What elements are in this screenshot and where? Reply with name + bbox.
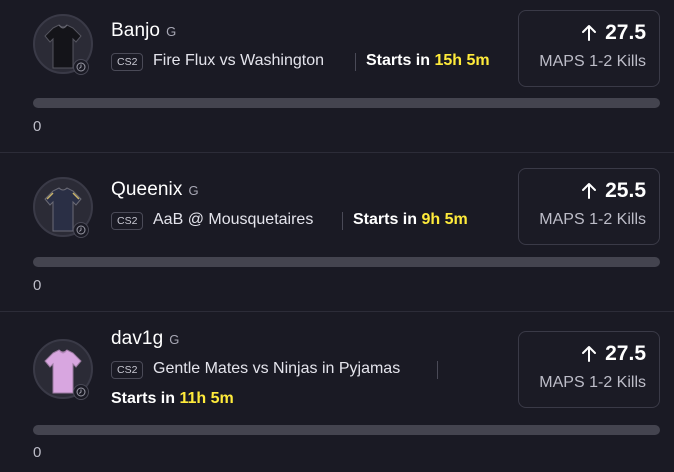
player-position: G <box>166 24 177 39</box>
player-name[interactable]: Queenix G <box>111 179 199 201</box>
progress-count: 0 <box>33 444 42 461</box>
divider <box>342 212 343 230</box>
match-name: AaB @ Mousquetaires <box>153 211 314 228</box>
progress-bar <box>33 98 660 108</box>
divider <box>437 361 438 379</box>
line-value: 25.5 <box>605 179 646 202</box>
match-name: Gentle Mates vs Ninjas in Pyjamas <box>153 360 401 377</box>
arrow-up-icon <box>582 346 597 362</box>
pick-button[interactable]: 27.5 MAPS 1-2 Kills <box>518 331 660 408</box>
start-time-value: 9h 5m <box>421 211 468 228</box>
game-badge: CS2 <box>111 53 144 71</box>
start-time: Starts in 15h 5m <box>366 52 490 70</box>
start-time-value: 15h 5m <box>434 52 490 69</box>
start-time-prefix: Starts in <box>353 211 418 228</box>
divider <box>355 53 356 71</box>
game-badge: CS2 <box>111 361 144 379</box>
projection-card-queenix[interactable]: Queenix G CS2 AaB @ Mousquetaires Starts … <box>0 153 674 311</box>
line-value: 27.5 <box>605 342 646 365</box>
start-time-prefix: Starts in <box>111 390 176 407</box>
clock-icon <box>73 222 89 238</box>
start-time-value: 11h 5m <box>179 390 234 407</box>
progress-count: 0 <box>33 118 42 135</box>
progress-count: 0 <box>33 277 42 294</box>
start-time-prefix: Starts in <box>366 52 431 69</box>
game-badge: CS2 <box>111 212 144 230</box>
pick-button[interactable]: 27.5 MAPS 1-2 Kills <box>518 10 660 87</box>
projection-card-banjo[interactable]: Banjo G CS2 Fire Flux vs Washington Start… <box>0 0 674 152</box>
stat-type: MAPS 1-2 Kills <box>539 211 646 228</box>
player-name[interactable]: dav1g G <box>111 328 180 350</box>
stat-type: MAPS 1-2 Kills <box>539 53 646 70</box>
arrow-up-icon <box>582 183 597 199</box>
player-position: G <box>169 332 180 347</box>
arrow-up-icon <box>582 25 597 41</box>
player-name-text: dav1g <box>111 328 164 349</box>
pick-button[interactable]: 25.5 MAPS 1-2 Kills <box>518 168 660 245</box>
player-name[interactable]: Banjo G <box>111 20 176 42</box>
stat-type: MAPS 1-2 Kills <box>539 374 646 391</box>
line-row: 27.5 <box>581 342 646 366</box>
clock-icon <box>73 384 89 400</box>
player-position: G <box>188 183 199 198</box>
line-row: 25.5 <box>581 179 646 203</box>
player-name-text: Queenix <box>111 179 183 200</box>
progress-bar <box>33 257 660 267</box>
player-name-text: Banjo <box>111 20 161 41</box>
match-name: Fire Flux vs Washington <box>153 52 325 69</box>
start-time: Starts in 9h 5m <box>353 211 468 229</box>
line-value: 27.5 <box>605 21 646 44</box>
projection-card-dav1g[interactable]: dav1g G CS2 Gentle Mates vs Ninjas in Pyj… <box>0 312 674 472</box>
start-time: Starts in 11h 5m <box>111 390 234 408</box>
progress-bar <box>33 425 660 435</box>
clock-icon <box>73 59 89 75</box>
line-row: 27.5 <box>581 21 646 45</box>
